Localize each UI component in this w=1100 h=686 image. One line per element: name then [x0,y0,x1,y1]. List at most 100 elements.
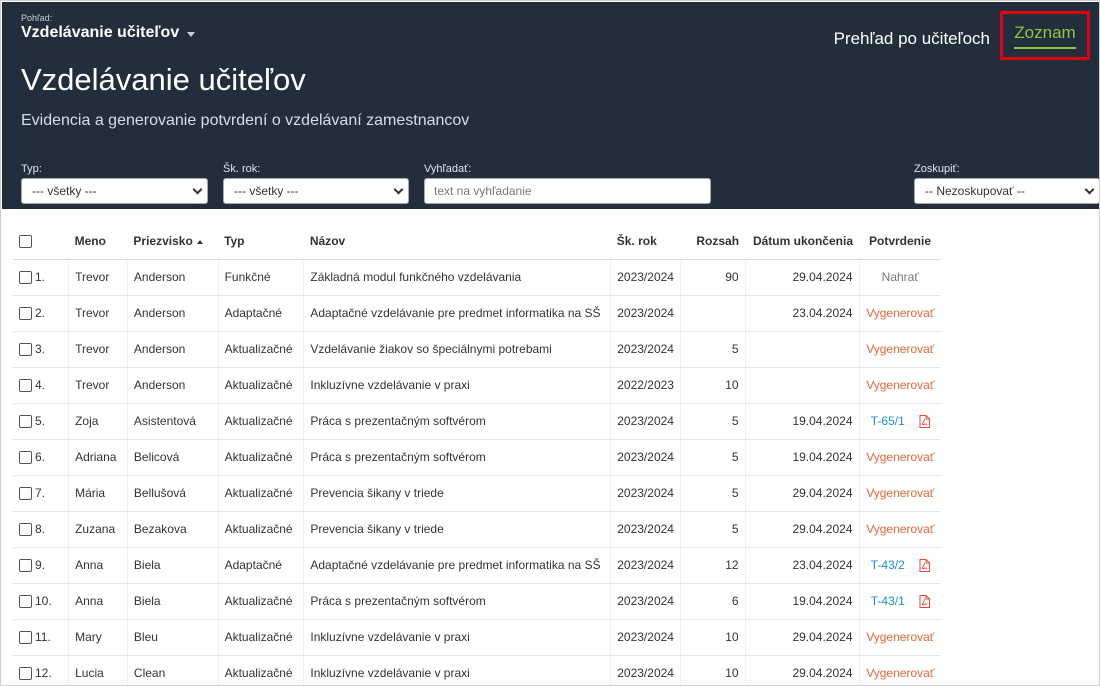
group-select[interactable]: -- Nezoskupovať -- [914,178,1099,204]
cell-potvrdenie: T-65/1 [859,403,941,440]
row-select-cell: 11. [13,619,70,656]
cell-rok: 2023/2024 [610,655,681,685]
row-number: 12. [35,666,52,681]
cell-priezvisko: Bezakova [127,511,219,548]
cell-priezvisko: Anderson [127,259,219,296]
cell-meno: Trevor [68,259,128,296]
certificate-link[interactable]: T-65/1 [871,414,905,428]
table-row: 1. Trevor Anderson Funkčné Základná modul fu… [13,259,941,296]
col-header-rozsah[interactable]: Rozsah [680,223,746,260]
col-label: Potvrdenie [868,233,931,248]
cell-potvrdenie: Vygenerovať [859,331,941,368]
upload-link[interactable]: Nahrať [882,270,919,284]
row-number: 5. [35,414,46,429]
group-select-value: -- Nezoskupovať -- [925,184,1025,198]
col-header-typ[interactable]: Typ [218,223,304,260]
col-header-meno[interactable]: Meno [68,223,128,260]
cell-potvrdenie: Nahrať [859,259,941,296]
row-number: 6. [35,450,46,465]
row-select-cell: 7. [13,475,70,512]
cell-potvrdenie: Vygenerovať [859,295,941,332]
row-checkbox[interactable] [19,666,32,680]
table-row: 8. Zuzana Bezakova Aktualizačné Prevencia ši… [13,511,941,548]
filter-type-label: Typ: [21,163,42,175]
pdf-icon[interactable] [919,595,930,609]
cell-typ: Adaptačné [218,295,305,332]
row-checkbox[interactable] [19,594,32,608]
cell-meno: Anna [68,583,128,620]
cell-rozsah: 6 [680,583,746,620]
view-label: Pohľad: [21,13,53,23]
chevron-down-icon [192,184,203,194]
cell-datum: 19.04.2024 [745,403,860,440]
row-checkbox[interactable] [19,558,32,572]
year-select[interactable]: --- všetky --- [223,178,409,204]
row-checkbox[interactable] [19,342,32,356]
cell-priezvisko: Bellušová [127,475,219,512]
generate-link[interactable]: Vygenerovať [866,450,934,464]
cell-typ: Aktualizačné [218,511,305,548]
cell-datum: 19.04.2024 [745,439,860,476]
cell-rok: 2023/2024 [610,547,681,584]
row-checkbox[interactable] [19,306,32,320]
filter-group: Zoskupiť: -- Nezoskupovať -- [914,163,1099,204]
cell-rok: 2023/2024 [610,583,681,620]
generate-link[interactable]: Vygenerovať [866,666,934,680]
cell-typ: Aktualizačné [218,331,305,368]
row-checkbox[interactable] [19,522,32,536]
col-label: Rozsah [696,233,740,248]
row-select-cell: 9. [13,547,70,584]
col-header-potvrdenie[interactable]: Potvrdenie [859,223,941,260]
filter-type: Typ: --- všetky --- [21,163,208,204]
generate-link[interactable]: Vygenerovať [866,522,934,536]
view-selector[interactable]: Vzdelávanie učiteľov [21,24,196,42]
row-number: 8. [35,522,46,537]
certificate-link[interactable]: T-43/1 [871,594,905,608]
table-row: 3. Trevor Anderson Aktualizačné Vzdelávanie … [13,331,941,368]
type-select[interactable]: --- všetky --- [21,178,208,204]
caret-down-icon [187,31,196,37]
cell-potvrdenie: T-43/1 [859,583,941,620]
generate-link[interactable]: Vygenerovať [866,378,934,392]
row-select-cell: 10. [13,583,70,620]
cell-rok: 2023/2024 [610,439,681,476]
row-checkbox[interactable] [19,378,32,392]
cell-typ: Aktualizačné [218,439,305,476]
page-header: Pohľad: Vzdelávanie učiteľov Prehľad po … [2,2,1099,209]
cell-datum: 19.04.2024 [745,583,860,620]
generate-link[interactable]: Vygenerovať [866,630,934,644]
nav-overview-link[interactable]: Prehľad po učiteľoch [824,21,1000,57]
select-all-checkbox[interactable] [19,234,32,248]
col-header-priezvisko[interactable]: Priezvisko [127,223,219,260]
cell-nazov: Práca s prezentačným softvérom [303,439,612,476]
row-checkbox[interactable] [19,450,32,464]
row-number: 10. [35,594,52,609]
certificate-link[interactable]: T-43/2 [871,558,905,572]
sort-asc-icon [196,239,203,244]
row-checkbox[interactable] [19,414,32,428]
cell-datum: 29.04.2024 [745,511,860,548]
cell-nazov: Práca s prezentačným softvérom [303,403,612,440]
col-label: Priezvisko [133,233,193,248]
cell-meno: Zoja [68,403,128,440]
cell-priezvisko: Anderson [127,295,219,332]
col-header-nazov[interactable]: Názov [303,223,611,260]
nav-list-link[interactable]: Zoznam [1014,23,1076,49]
nav-highlight-box: Zoznam [1000,11,1090,60]
row-checkbox[interactable] [19,270,32,284]
row-select-cell: 1. [13,259,70,296]
pdf-icon[interactable] [919,415,930,429]
row-checkbox[interactable] [19,630,32,644]
row-checkbox[interactable] [19,486,32,500]
col-header-rok[interactable]: Šk. rok [610,223,681,260]
search-input[interactable]: text na vyhľadanie [424,178,711,204]
col-header-datum[interactable]: Dátum ukončenia [745,223,859,260]
generate-link[interactable]: Vygenerovať [866,486,934,500]
generate-link[interactable]: Vygenerovať [866,342,934,356]
cell-typ: Aktualizačné [218,583,305,620]
cell-nazov: Prevencia šikany v triede [303,511,612,548]
cell-rozsah: 90 [680,259,746,296]
generate-link[interactable]: Vygenerovať [866,306,934,320]
pdf-icon[interactable] [919,559,930,573]
row-number: 7. [35,486,46,501]
